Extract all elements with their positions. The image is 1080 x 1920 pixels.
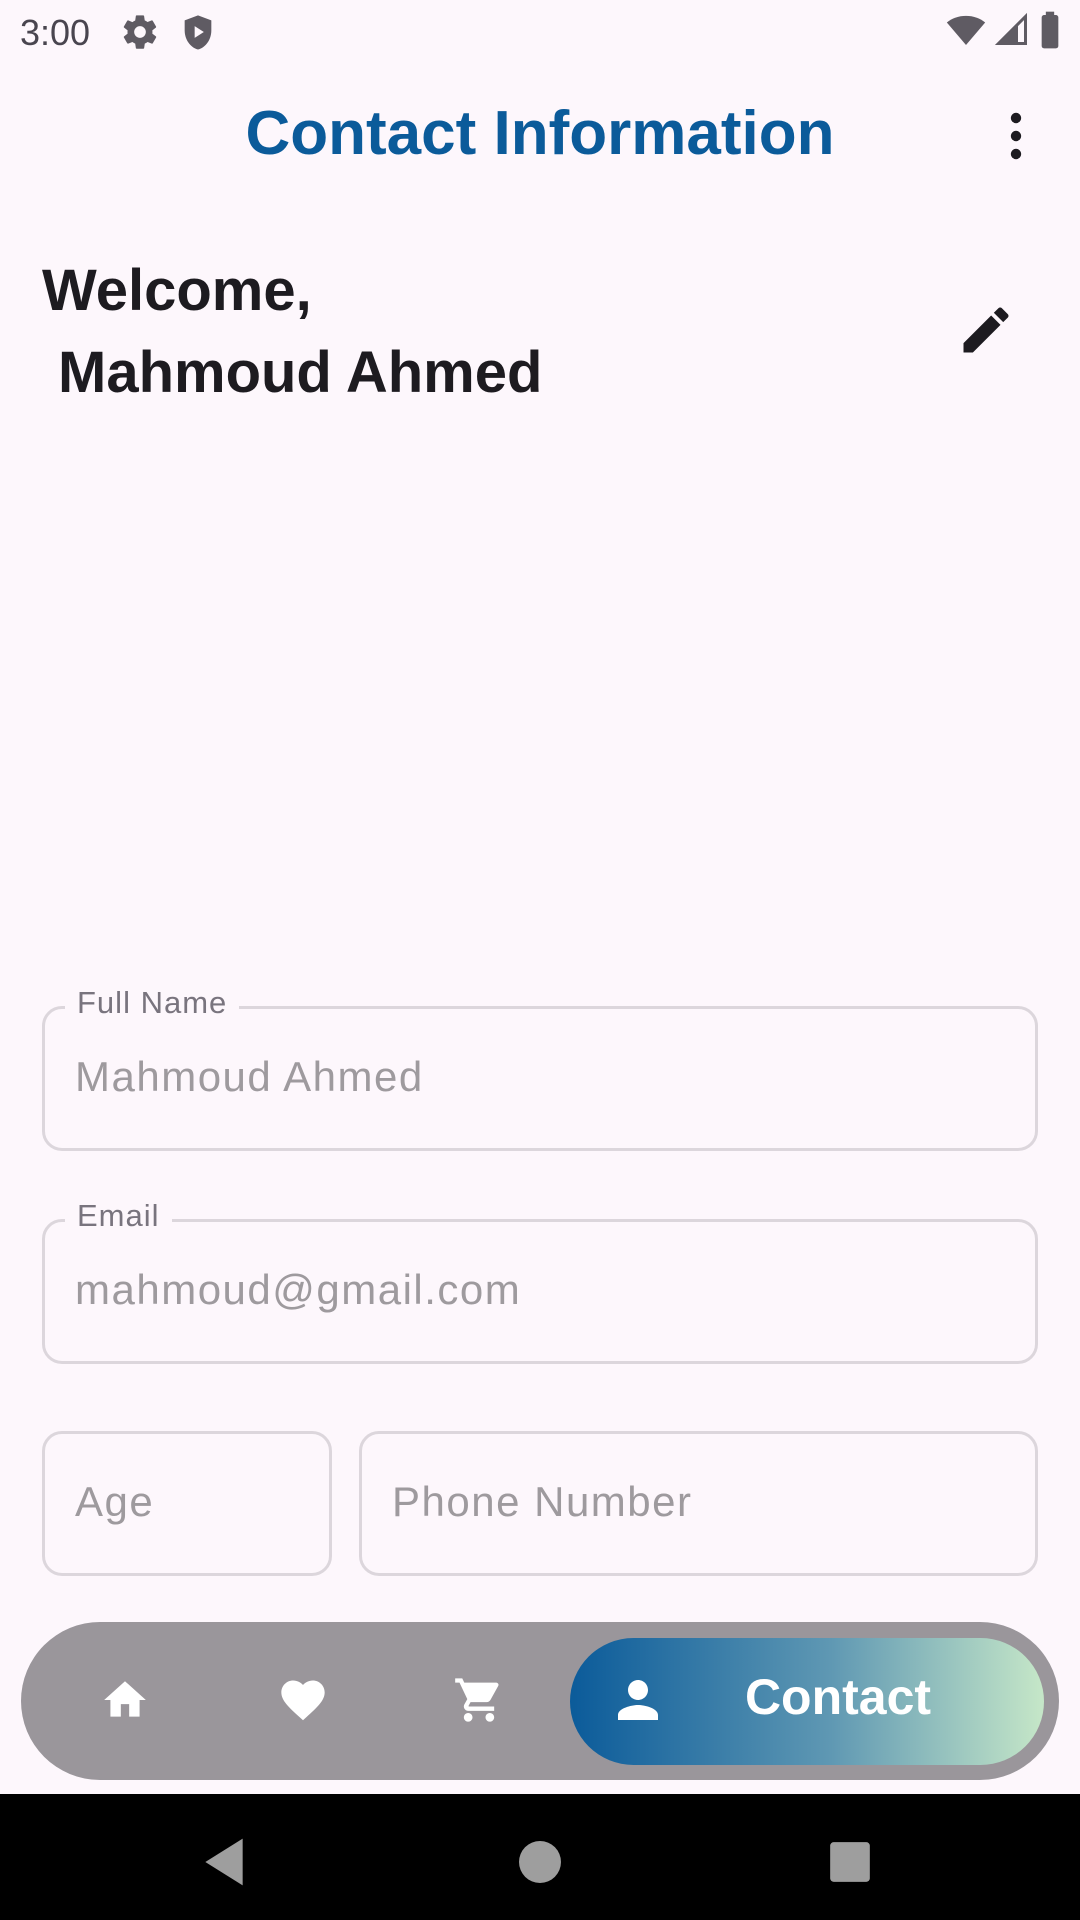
- system-navigation-bar: [0, 1794, 1080, 1920]
- shield-icon: [178, 12, 218, 52]
- status-icons: [946, 10, 1062, 55]
- recents-button[interactable]: [822, 1834, 878, 1890]
- nav-contact[interactable]: Contact: [570, 1638, 1044, 1765]
- pencil-icon: [963, 307, 1009, 353]
- wifi-icon: [946, 10, 986, 55]
- email-label: Email: [65, 1198, 172, 1234]
- age-field[interactable]: Age: [42, 1431, 332, 1576]
- nav-cart[interactable]: [447, 1668, 511, 1732]
- edit-button[interactable]: [956, 300, 1016, 360]
- phone-number-placeholder: Phone Number: [392, 1478, 693, 1525]
- home-button[interactable]: [512, 1834, 568, 1890]
- back-button[interactable]: [196, 1834, 252, 1890]
- gear-icon: [120, 12, 160, 52]
- page-title: Contact Information: [245, 99, 835, 168]
- bottom-navigation: Contact: [21, 1622, 1059, 1780]
- more-vert-icon: [1010, 112, 1022, 160]
- welcome-greeting: Welcome,: [42, 258, 312, 323]
- welcome-name: Mahmoud Ahmed: [58, 340, 543, 405]
- home-icon: [104, 1681, 146, 1717]
- app-bar: Contact Information: [0, 80, 1080, 190]
- cart-icon: [455, 1678, 499, 1722]
- back-icon: [205, 1838, 243, 1886]
- welcome-heading: Welcome, Mahmoud Ahmed: [42, 250, 542, 414]
- home-circle-icon: [519, 1841, 561, 1883]
- full-name-field[interactable]: Full Name Mahmoud Ahmed: [42, 985, 1038, 1151]
- phone-number-field[interactable]: Phone Number: [359, 1431, 1038, 1576]
- nav-favorites[interactable]: [271, 1668, 335, 1732]
- email-field[interactable]: Email mahmoud@gmail.com: [42, 1198, 1038, 1364]
- age-placeholder: Age: [75, 1478, 155, 1525]
- status-time: 3:00: [20, 12, 91, 53]
- nav-contact-label: Contact: [744, 1669, 932, 1725]
- nav-home[interactable]: [93, 1668, 157, 1732]
- status-bar: 3:00: [0, 0, 1080, 64]
- battery-icon: [1038, 10, 1062, 55]
- heart-icon: [281, 1680, 325, 1721]
- email-value: mahmoud@gmail.com: [75, 1266, 522, 1313]
- full-name-label: Full Name: [65, 985, 240, 1021]
- person-icon: [608, 1670, 668, 1730]
- full-name-value: Mahmoud Ahmed: [75, 1053, 424, 1100]
- signal-icon: [994, 12, 1030, 53]
- more-options-button[interactable]: [992, 108, 1040, 164]
- recents-icon: [830, 1842, 870, 1882]
